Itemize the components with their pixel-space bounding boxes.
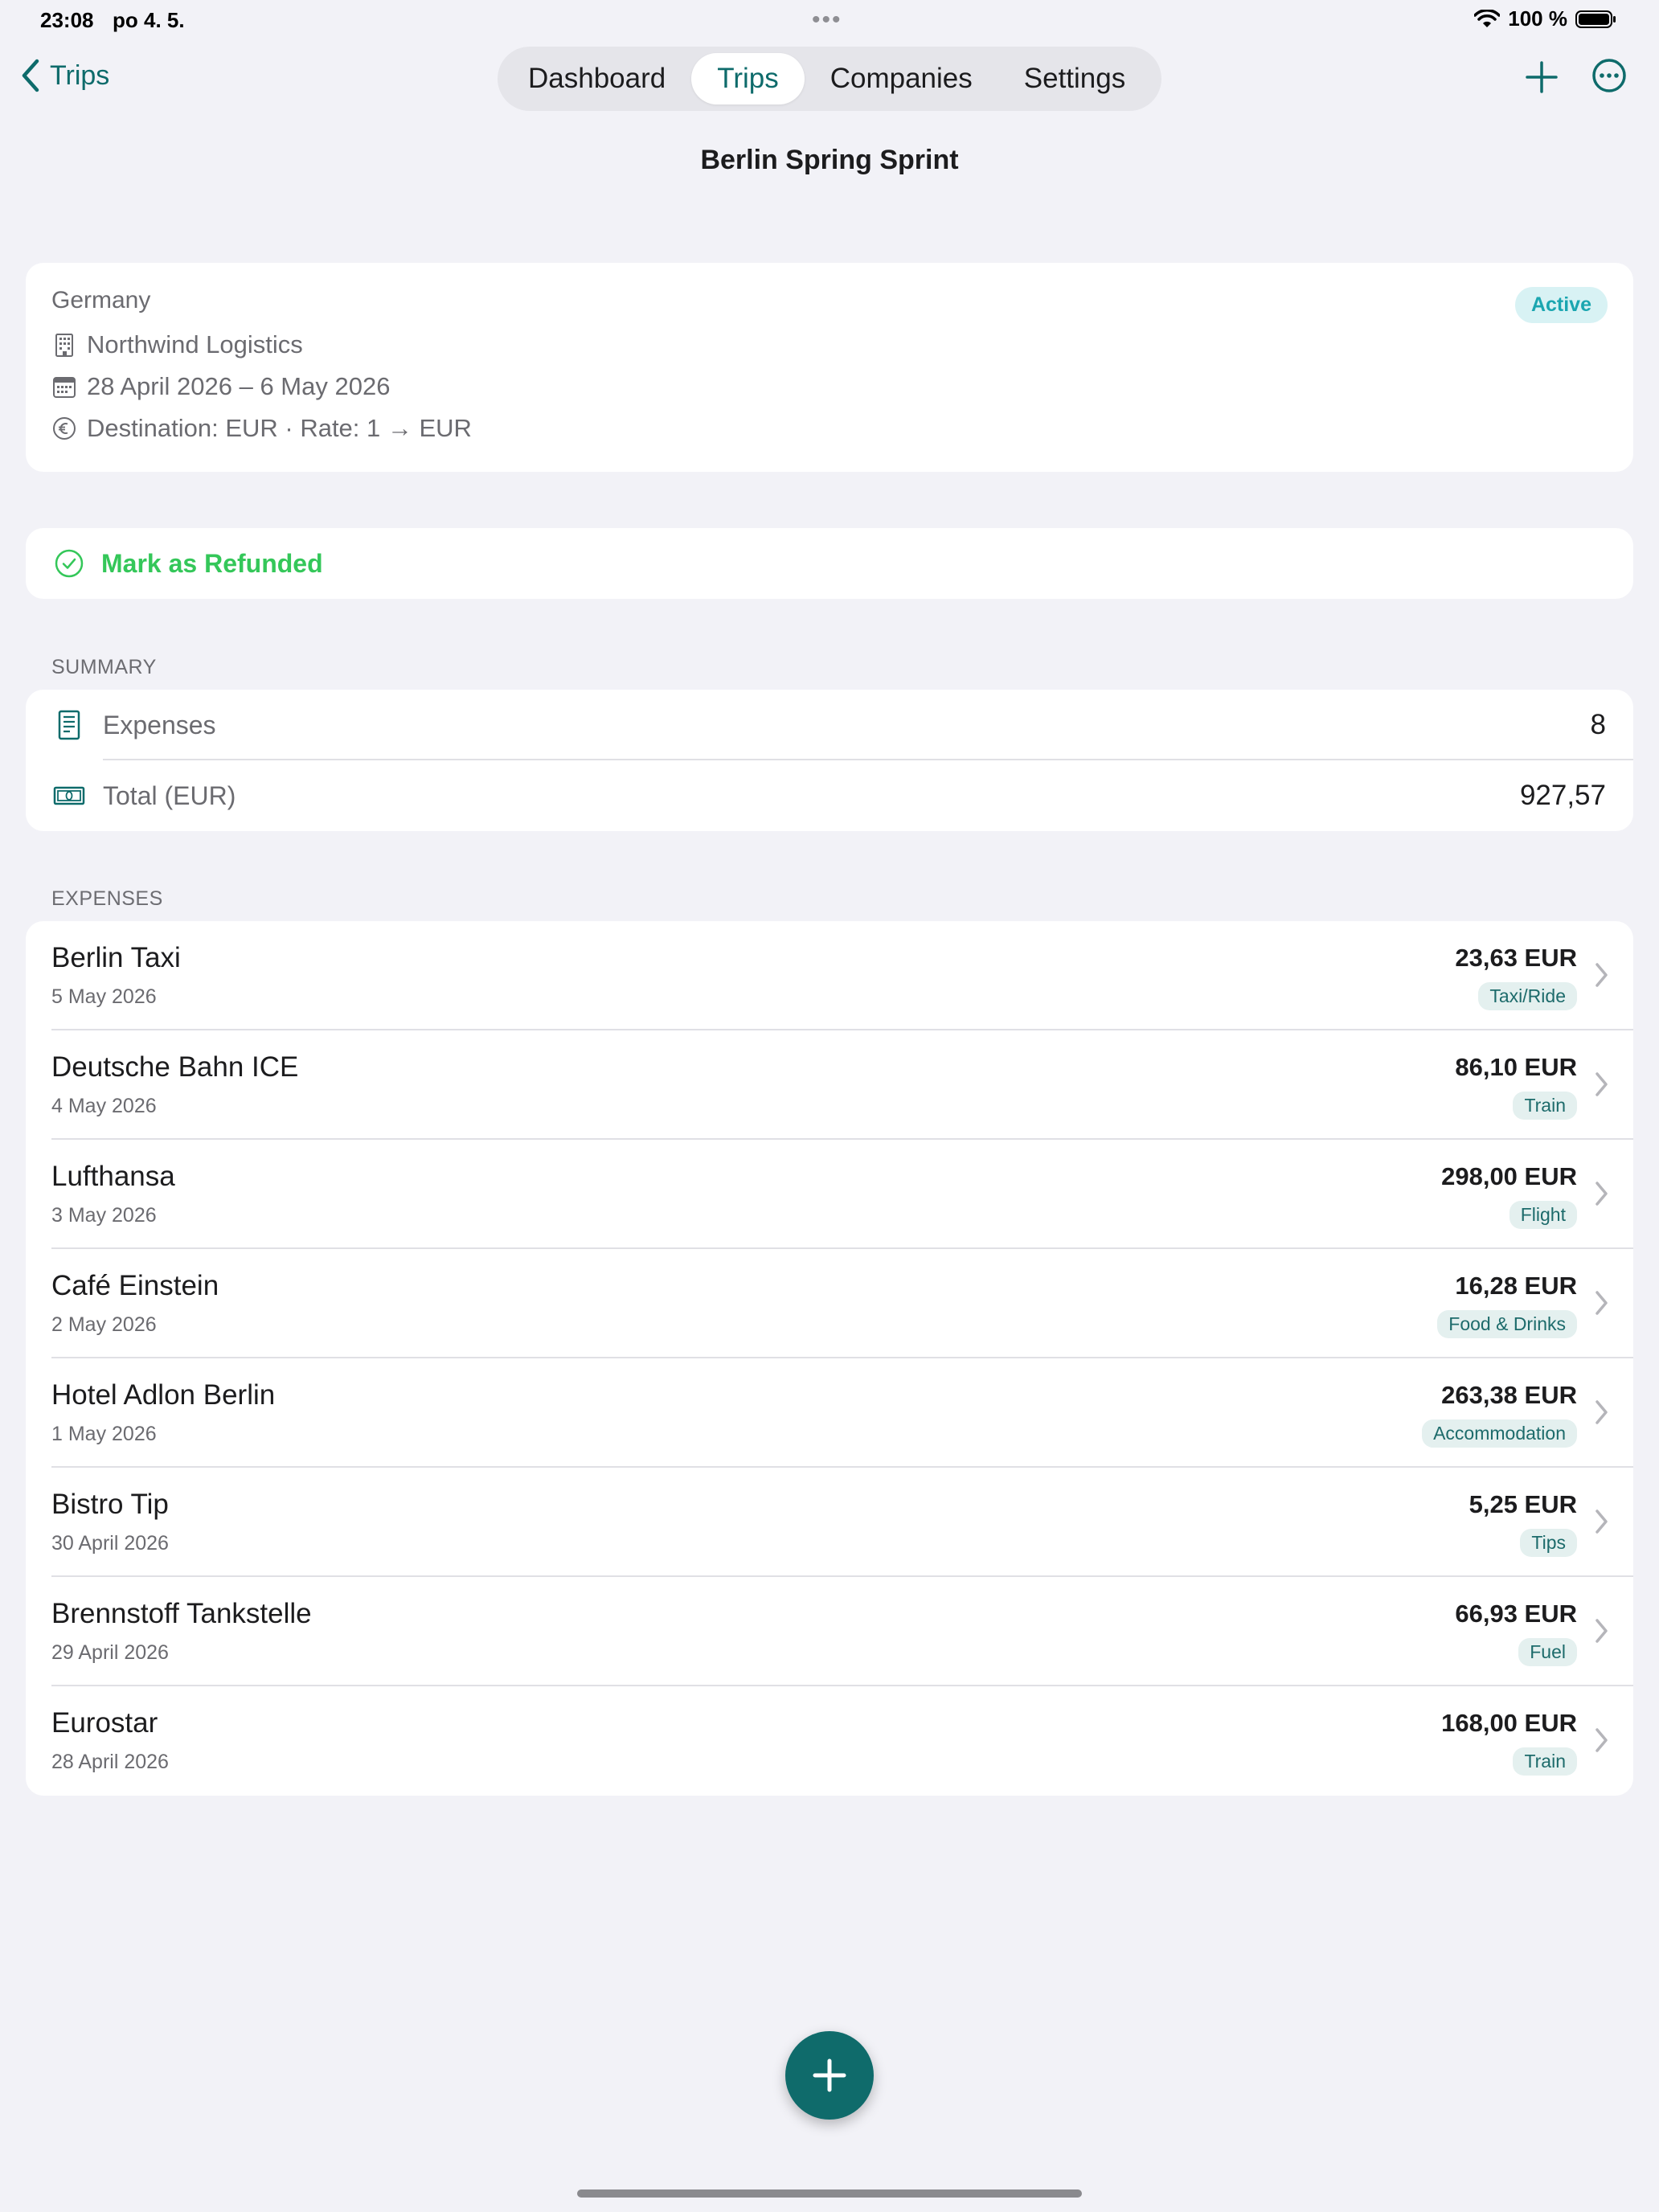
expense-name: Lufthansa bbox=[51, 1161, 175, 1192]
expense-row[interactable]: Lufthansa 3 May 2026 298,00 EUR Flight bbox=[26, 1140, 1633, 1249]
mark-refunded-button[interactable]: Mark as Refunded bbox=[26, 528, 1633, 599]
home-indicator[interactable] bbox=[577, 2189, 1082, 2198]
trip-info-card: Germany Northwind Logistics 28 April 202… bbox=[26, 263, 1633, 472]
tab-dashboard[interactable]: Dashboard bbox=[502, 53, 691, 104]
summary-expenses-count: 8 bbox=[1590, 709, 1606, 740]
expense-date: 1 May 2026 bbox=[51, 1423, 157, 1445]
nav-bar: Trips Dashboard Trips Companies Settings bbox=[0, 45, 1659, 113]
expense-name: Hotel Adlon Berlin bbox=[51, 1379, 276, 1411]
chevron-left-icon bbox=[22, 59, 39, 92]
expense-row[interactable]: Café Einstein 2 May 2026 16,28 EUR Food … bbox=[26, 1249, 1633, 1358]
expense-name: Brennstoff Tankstelle bbox=[51, 1598, 312, 1629]
add-icon[interactable] bbox=[1524, 59, 1559, 95]
building-icon bbox=[55, 334, 73, 357]
expense-date: 29 April 2026 bbox=[51, 1641, 169, 1664]
chevron-right-icon bbox=[1596, 963, 1608, 987]
expense-amount: 298,00 EUR bbox=[1441, 1162, 1577, 1190]
trip-currency: Destination: EUR · Rate: 1 → EUR bbox=[87, 414, 472, 442]
expenses-list: Berlin Taxi 5 May 2026 23,63 EUR Taxi/Ri… bbox=[26, 921, 1633, 1796]
add-expense-button[interactable] bbox=[785, 2031, 874, 2120]
expense-amount: 23,63 EUR bbox=[1455, 944, 1577, 972]
expense-name: Berlin Taxi bbox=[51, 942, 181, 973]
summary-total-value: 927,57 bbox=[1519, 780, 1606, 811]
expense-row[interactable]: Eurostar 28 April 2026 168,00 EUR Train bbox=[26, 1686, 1633, 1796]
calendar-icon bbox=[53, 377, 76, 398]
more-options-icon[interactable] bbox=[1591, 58, 1627, 93]
trip-dates: 28 April 2026 – 6 May 2026 bbox=[87, 372, 391, 400]
page-title: Berlin Spring Sprint bbox=[700, 145, 959, 175]
chevron-right-icon bbox=[1596, 1400, 1608, 1424]
expense-amount: 66,93 EUR bbox=[1455, 1600, 1577, 1628]
status-bar: 23:08 po 4. 5. ••• 100 % bbox=[0, 0, 1659, 40]
status-date: po 4. 5. bbox=[113, 8, 185, 32]
expense-category-badge: Tips bbox=[1520, 1529, 1577, 1557]
expense-category-badge: Food & Drinks bbox=[1437, 1310, 1577, 1338]
tab-settings[interactable]: Settings bbox=[998, 53, 1151, 104]
expense-category-badge: Flight bbox=[1509, 1201, 1577, 1229]
status-right: 100 % bbox=[1474, 6, 1617, 31]
trip-dates-row: 28 April 2026 – 6 May 2026 bbox=[51, 372, 1608, 401]
expense-category-badge: Accommodation bbox=[1422, 1419, 1577, 1448]
expense-row[interactable]: Deutsche Bahn ICE 4 May 2026 86,10 EUR T… bbox=[26, 1030, 1633, 1140]
status-badge: Active bbox=[1514, 287, 1608, 323]
expense-date: 4 May 2026 bbox=[51, 1095, 157, 1117]
expense-date: 2 May 2026 bbox=[51, 1313, 157, 1336]
trip-company: Northwind Logistics bbox=[87, 330, 303, 358]
expense-date: 5 May 2026 bbox=[51, 985, 157, 1008]
expense-date: 30 April 2026 bbox=[51, 1532, 169, 1555]
chevron-right-icon bbox=[1596, 1619, 1608, 1643]
expense-amount: 5,25 EUR bbox=[1469, 1490, 1577, 1518]
expense-row[interactable]: Brennstoff Tankstelle 29 April 2026 66,9… bbox=[26, 1577, 1633, 1686]
summary-section-header: SUMMARY bbox=[51, 656, 157, 678]
battery-percent: 100 % bbox=[1508, 6, 1567, 31]
mark-refunded-label: Mark as Refunded bbox=[101, 548, 323, 578]
chevron-right-icon bbox=[1596, 1728, 1608, 1752]
trip-company-row: Northwind Logistics bbox=[51, 330, 1608, 359]
expense-date: 28 April 2026 bbox=[51, 1751, 169, 1773]
section-tabs: Dashboard Trips Companies Settings bbox=[498, 47, 1161, 111]
multitasking-dots-icon[interactable]: ••• bbox=[812, 6, 842, 34]
euro-circle-icon bbox=[53, 417, 76, 440]
expense-row[interactable]: Hotel Adlon Berlin 1 May 2026 263,38 EUR… bbox=[26, 1358, 1633, 1468]
summary-expenses-label: Expenses bbox=[103, 710, 216, 739]
expense-amount: 263,38 EUR bbox=[1441, 1381, 1577, 1409]
checkmark-circle-icon bbox=[55, 549, 84, 578]
expense-category-badge: Train bbox=[1513, 1747, 1577, 1776]
expense-name: Bistro Tip bbox=[51, 1489, 169, 1520]
summary-expenses-row: Expenses 8 bbox=[26, 690, 1633, 760]
expense-row[interactable]: Berlin Taxi 5 May 2026 23,63 EUR Taxi/Ri… bbox=[26, 921, 1633, 1030]
expense-category-badge: Fuel bbox=[1518, 1638, 1577, 1666]
chevron-right-icon bbox=[1596, 1182, 1608, 1206]
trip-country: Germany bbox=[51, 287, 151, 313]
chevron-right-icon bbox=[1596, 1072, 1608, 1096]
summary-card: Expenses 8 Total (EUR) 927,57 bbox=[26, 690, 1633, 831]
expense-name: Café Einstein bbox=[51, 1270, 219, 1301]
expense-date: 3 May 2026 bbox=[51, 1204, 157, 1227]
trip-currency-row: Destination: EUR · Rate: 1 → EUR bbox=[51, 414, 1608, 443]
summary-total-label: Total (EUR) bbox=[103, 780, 236, 810]
chevron-right-icon bbox=[1596, 1291, 1608, 1315]
tab-companies[interactable]: Companies bbox=[805, 53, 998, 104]
plus-icon bbox=[813, 2058, 846, 2092]
summary-total-row: Total (EUR) 927,57 bbox=[26, 760, 1633, 831]
chevron-right-icon bbox=[1596, 1509, 1608, 1534]
receipt-icon bbox=[58, 710, 80, 740]
wifi-icon bbox=[1474, 9, 1501, 27]
expense-category-badge: Taxi/Ride bbox=[1478, 982, 1577, 1010]
back-button-label: Trips bbox=[50, 59, 110, 91]
expense-amount: 16,28 EUR bbox=[1455, 1272, 1577, 1300]
status-time: 23:08 bbox=[40, 8, 94, 32]
expense-row[interactable]: Bistro Tip 30 April 2026 5,25 EUR Tips bbox=[26, 1468, 1633, 1577]
tab-trips[interactable]: Trips bbox=[691, 53, 805, 104]
expense-name: Eurostar bbox=[51, 1707, 158, 1739]
back-button[interactable]: Trips bbox=[19, 58, 109, 93]
expense-amount: 86,10 EUR bbox=[1455, 1053, 1577, 1081]
banknote-icon bbox=[53, 786, 85, 805]
battery-icon bbox=[1575, 10, 1616, 28]
expense-name: Deutsche Bahn ICE bbox=[51, 1051, 299, 1083]
expense-amount: 168,00 EUR bbox=[1441, 1709, 1577, 1737]
expenses-section-header: EXPENSES bbox=[51, 887, 163, 910]
expense-category-badge: Train bbox=[1513, 1092, 1577, 1120]
